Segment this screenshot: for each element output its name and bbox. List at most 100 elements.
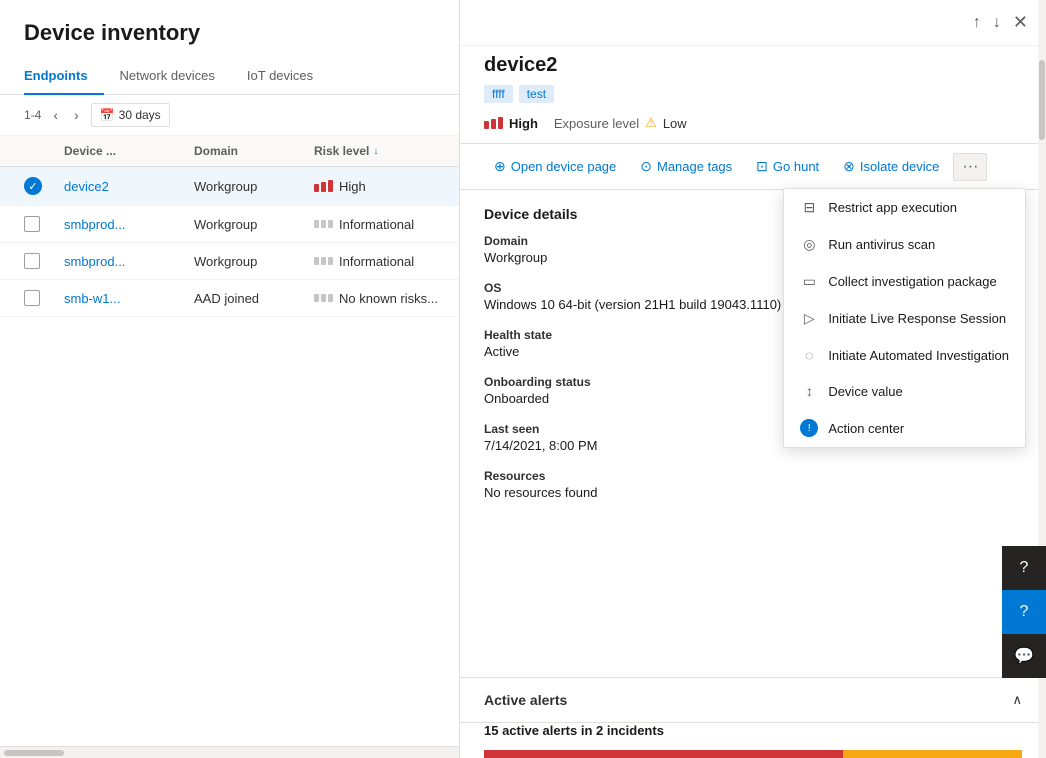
calendar-icon: 📅 <box>100 108 115 122</box>
table-row[interactable]: ✓ device2 Workgroup High ⚠ Low <box>0 167 459 206</box>
alerts-bar <box>484 750 1022 758</box>
exposure-level-value: Low <box>663 116 687 131</box>
side-icons: ? ? 💬 <box>1002 546 1046 678</box>
device-value-menu-item[interactable]: ↕ Device value <box>784 373 1025 409</box>
table-row[interactable]: smb-w1... AAD joined No known risks... ⚠… <box>0 280 459 317</box>
risk-label: No known risks... <box>339 291 438 306</box>
more-actions-button[interactable]: ··· <box>953 153 987 181</box>
exposure-level-item: Exposure level ⚠ Low <box>554 115 687 131</box>
scrollbar-thumb <box>4 750 64 756</box>
panel-prev-button[interactable]: ↑ <box>971 10 983 35</box>
manage-tags-button[interactable]: ⊙ Manage tags <box>630 152 742 181</box>
manage-tags-icon: ⊙ <box>640 158 652 175</box>
tag-test[interactable]: test <box>519 85 554 103</box>
unchecked-icon <box>24 253 40 269</box>
device-name-cell[interactable]: smbprod... <box>64 254 194 269</box>
go-hunt-icon: ⊡ <box>756 158 768 175</box>
device-value-icon: ↕ <box>800 383 818 399</box>
exposure-level-label: Exposure level <box>554 116 639 131</box>
table-row[interactable]: smbprod... Workgroup Informational ⚠ Low <box>0 243 459 280</box>
checkbox-cell: ✓ <box>24 177 64 195</box>
risk-level-value: High <box>509 116 538 131</box>
unchecked-icon <box>24 290 40 306</box>
field-resources-value: No resources found <box>484 485 1022 500</box>
risk-bars <box>314 220 333 228</box>
checkbox-cell <box>24 216 64 232</box>
risk-cell: Informational <box>314 254 459 269</box>
bar-red <box>484 750 843 758</box>
domain-cell: Workgroup <box>194 179 314 194</box>
level-row: High Exposure level ⚠ Low <box>460 115 1046 143</box>
th-device[interactable]: Device ... <box>64 144 194 158</box>
alerts-header[interactable]: Active alerts ∧ <box>460 678 1046 723</box>
toolbar-row: 1-4 ‹ › 📅 30 days <box>0 95 459 136</box>
bar-orange <box>843 750 1022 758</box>
collect-icon: ▭ <box>800 273 818 290</box>
side-help-button-1[interactable]: ? <box>1002 546 1046 590</box>
exposure-warn-icon: ⚠ <box>645 115 657 131</box>
th-domain[interactable]: Domain <box>194 144 314 158</box>
action-bar: ⊕ Open device page ⊙ Manage tags ⊡ Go hu… <box>460 143 1046 190</box>
side-help-button-2[interactable]: ? <box>1002 590 1046 634</box>
alerts-count: 15 active alerts in 2 incidents <box>460 723 1046 750</box>
device-name-cell[interactable]: smbprod... <box>64 217 194 232</box>
isolate-icon: ⊗ <box>843 158 855 175</box>
alerts-section: Active alerts ∧ 15 active alerts in 2 in… <box>460 677 1046 758</box>
dropdown-menu: ⊟ Restrict app execution ◎ Run antivirus… <box>783 188 1026 448</box>
checkbox-cell <box>24 290 64 306</box>
unchecked-icon <box>24 216 40 232</box>
left-panel: Device inventory Endpoints Network devic… <box>0 0 460 758</box>
live-response-menu-item[interactable]: ▷ Initiate Live Response Session <box>784 300 1025 337</box>
table-row[interactable]: smbprod... Workgroup Informational ⚠ Hig… <box>0 206 459 243</box>
tab-network-devices[interactable]: Network devices <box>120 58 231 95</box>
action-center-icon: ! <box>800 419 818 437</box>
restrict-app-menu-item[interactable]: ⊟ Restrict app execution <box>784 189 1025 226</box>
device-name-cell[interactable]: smb-w1... <box>64 291 194 306</box>
panel-close-button[interactable]: ✕ <box>1011 10 1030 35</box>
th-risk[interactable]: Risk level ↓ <box>314 144 460 158</box>
risk-bars-detail <box>484 117 503 129</box>
device-name-cell[interactable]: device2 <box>64 179 194 194</box>
restrict-app-icon: ⊟ <box>800 199 818 216</box>
live-response-icon: ▷ <box>800 310 818 327</box>
domain-cell: Workgroup <box>194 217 314 232</box>
risk-cell: High <box>314 179 459 194</box>
antivirus-scan-menu-item[interactable]: ◎ Run antivirus scan <box>784 226 1025 263</box>
go-hunt-button[interactable]: ⊡ Go hunt <box>746 152 829 181</box>
domain-cell: AAD joined <box>194 291 314 306</box>
risk-bars <box>314 180 333 192</box>
automated-investigation-menu-item[interactable]: ◌ Initiate Automated Investigation <box>784 337 1025 373</box>
domain-cell: Workgroup <box>194 254 314 269</box>
horizontal-scrollbar[interactable] <box>0 746 459 758</box>
alerts-title: Active alerts <box>484 692 567 708</box>
tab-endpoints[interactable]: Endpoints <box>24 58 104 95</box>
action-center-menu-item[interactable]: ! Action center <box>784 409 1025 447</box>
prev-page-button[interactable]: ‹ <box>49 105 62 125</box>
risk-cell: No known risks... <box>314 291 459 306</box>
antivirus-icon: ◎ <box>800 236 818 253</box>
scrollbar-v-thumb <box>1039 60 1045 140</box>
panel-next-button[interactable]: ↓ <box>991 10 1003 35</box>
field-resources-label: Resources <box>484 469 1022 483</box>
risk-cell: Informational <box>314 217 459 232</box>
tab-bar: Endpoints Network devices IoT devices <box>0 58 459 95</box>
date-range-button[interactable]: 📅 30 days <box>91 103 170 127</box>
tag-row: ffff test <box>460 85 1046 115</box>
checked-icon: ✓ <box>24 177 42 195</box>
tab-iot-devices[interactable]: IoT devices <box>247 58 329 95</box>
side-chat-button[interactable]: 💬 <box>1002 634 1046 678</box>
table-body: ✓ device2 Workgroup High ⚠ Low smb <box>0 167 459 746</box>
risk-label: Informational <box>339 217 414 232</box>
sort-icon: ↓ <box>373 146 378 157</box>
collect-investigation-menu-item[interactable]: ▭ Collect investigation package <box>784 263 1025 300</box>
risk-level-item: High <box>484 116 538 131</box>
right-panel: ↑ ↓ ✕ device2 ffff test High Exposure le… <box>460 0 1046 758</box>
next-page-button[interactable]: › <box>70 105 83 125</box>
open-device-page-button[interactable]: ⊕ Open device page <box>484 152 626 181</box>
table-header: Device ... Domain Risk level ↓ Exposure … <box>0 136 459 167</box>
panel-header: ↑ ↓ ✕ <box>460 0 1046 46</box>
tag-ffff[interactable]: ffff <box>484 85 513 103</box>
isolate-device-button[interactable]: ⊗ Isolate device <box>833 152 949 181</box>
field-resources: Resources No resources found <box>484 469 1022 500</box>
risk-bars <box>314 257 333 265</box>
